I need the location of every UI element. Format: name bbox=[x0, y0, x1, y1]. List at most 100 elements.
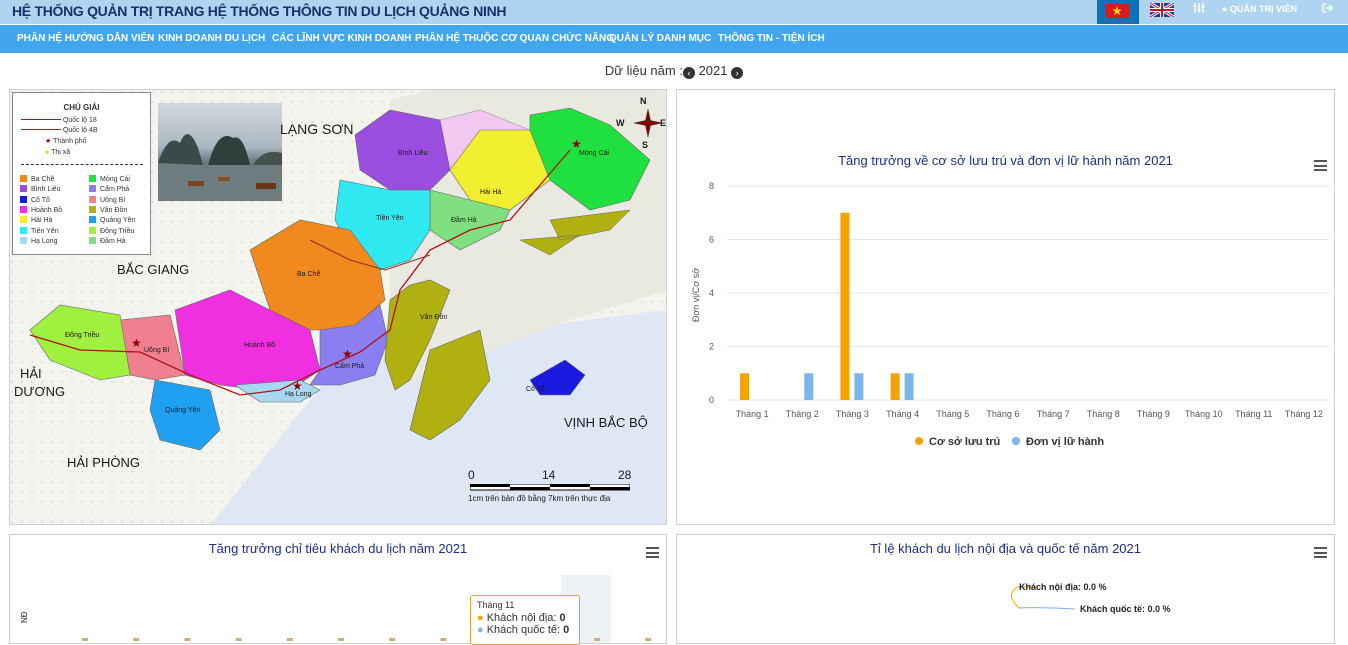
legend-title: CHÚ GIẢI bbox=[63, 103, 100, 112]
x-tick-label-6: Tháng 7 bbox=[1037, 409, 1070, 419]
y-tick-label-3: 6 bbox=[709, 235, 714, 245]
x-tick-label-2: Tháng 3 bbox=[836, 409, 869, 419]
legend-district-right-4: Quảng Yên bbox=[89, 216, 135, 224]
svg-text:★: ★ bbox=[131, 336, 142, 350]
map-legend: CHÚ GIẢI Quốc lộ 18 Quốc lộ 4B ★ Thành p… bbox=[12, 92, 151, 255]
label-lang-son: LẠNG SƠN bbox=[280, 121, 354, 137]
x-tick-label-11: Tháng 12 bbox=[1285, 409, 1323, 419]
label-dam-ha: Đầm Hà bbox=[451, 217, 477, 224]
y-tick-label-1: 2 bbox=[709, 342, 714, 352]
compass-e: E bbox=[660, 118, 667, 128]
x-tick-label-3: Tháng 4 bbox=[886, 409, 919, 419]
label-bac-giang: BẮC GIANG bbox=[117, 262, 190, 277]
legend-road-18: Quốc lộ 18 bbox=[21, 117, 97, 124]
legend-district-right-2: Uông Bí bbox=[89, 195, 125, 204]
uk-flag-icon[interactable] bbox=[1150, 3, 1174, 17]
legend-label-1: Đơn vị lữ hành bbox=[1026, 436, 1104, 448]
main-navbar: PHÂN HỆ HƯỚNG DẪN VIÊN KINH DOANH DU LỊC… bbox=[0, 25, 1348, 53]
x-tick-label-5: Tháng 6 bbox=[986, 409, 1019, 419]
nav-info-utilities[interactable]: THÔNG TIN - TIỆN ÍCH bbox=[718, 33, 825, 44]
legend-district-right-3: Vân Đồn bbox=[89, 205, 127, 214]
label-ha-long: Hạ Long bbox=[285, 391, 312, 398]
x-tick-label-10: Tháng 11 bbox=[1235, 409, 1272, 419]
x-tick-label-1: Tháng 2 bbox=[786, 409, 819, 419]
label-mong-cai: Móng Cái bbox=[579, 150, 609, 157]
scale-tick-14: 14 bbox=[542, 468, 556, 482]
label-co-to: Cô Tô bbox=[526, 386, 545, 393]
language-vn-button[interactable]: ★ bbox=[1097, 0, 1139, 24]
y-tick-label-0: 0 bbox=[709, 395, 714, 405]
legend-district-left-0: Ba Chẽ bbox=[20, 175, 54, 183]
nav-tourism-business[interactable]: KINH DOANH DU LỊCH bbox=[158, 33, 265, 44]
prev-year-icon[interactable]: ‹ bbox=[682, 67, 695, 79]
visitor-bar-11 bbox=[645, 638, 652, 641]
legend-district-right-6: Đầm Hà bbox=[89, 236, 126, 245]
tooltip-header: Tháng 11 bbox=[477, 600, 515, 610]
legend-label-0: Cơ sở lưu trú bbox=[929, 436, 1000, 448]
svg-text:★: ★ bbox=[571, 137, 582, 151]
legend-district-left-3: Hoành Bồ bbox=[20, 205, 62, 214]
visitor-bar-5 bbox=[338, 638, 344, 641]
next-year-icon[interactable]: › bbox=[731, 67, 744, 79]
bar-0-0 bbox=[740, 373, 750, 400]
legend-divider bbox=[21, 164, 143, 165]
admin-menu[interactable]: ● QUẢN TRỊ VIÊN bbox=[1222, 4, 1297, 14]
y-axis-label: Đơn vị/Cơ sở bbox=[691, 268, 701, 322]
visitor-ratio-panel: Tỉ lệ khách du lịch nội địa và quốc tế n… bbox=[676, 534, 1335, 644]
label-hoanh-bo: Hoành Bồ bbox=[244, 342, 276, 349]
region-quang-yen bbox=[149, 379, 221, 451]
legend-district-left-5: Tiên Yên bbox=[20, 226, 59, 235]
legend-town: ● Thị xã bbox=[45, 149, 71, 156]
bar-1-3 bbox=[904, 373, 914, 400]
x-tick-label-4: Tháng 5 bbox=[936, 409, 969, 419]
visitor-bar-4 bbox=[286, 638, 293, 641]
vn-flag-icon: ★ bbox=[1105, 4, 1129, 18]
x-tick-label-9: Tháng 10 bbox=[1185, 409, 1223, 419]
legend-district-right-0: Móng Cái bbox=[89, 175, 130, 183]
x-tick-label-0: Tháng 1 bbox=[736, 409, 769, 419]
svg-text:★: ★ bbox=[342, 347, 353, 361]
top-header-bar: HỆ THỐNG QUẢN TRỊ TRANG HỆ THỐNG THÔNG T… bbox=[0, 0, 1348, 24]
year-value: 2021 bbox=[698, 63, 728, 78]
compass-w: W bbox=[616, 118, 625, 128]
hamburger-menu-icon[interactable] bbox=[1314, 547, 1327, 558]
visitor-bar-2 bbox=[184, 638, 191, 641]
visitor-bar-10 bbox=[594, 638, 600, 641]
label-hai-duong-2: DƯƠNG bbox=[14, 384, 66, 399]
tooltip-row-domestic: ● Khách nội địa: 0 bbox=[477, 612, 566, 624]
x-tick-label-8: Tháng 9 bbox=[1137, 409, 1170, 419]
province-map: ★ ★ ★ ★ N S W E CHÚ GIẢI Quốc lộ 18 Quốc… bbox=[9, 89, 667, 525]
year-label: Dữ liệu năm : bbox=[604, 63, 683, 78]
year-selector: Dữ liệu năm : ‹ 2021 › bbox=[0, 63, 1348, 79]
y-tick-label-2: 4 bbox=[709, 288, 714, 298]
label-cam-pha: Cẩm Phả bbox=[335, 363, 365, 370]
pie-label-domestic: Khách nội địa: 0.0 % bbox=[1019, 582, 1107, 592]
label-hai-phong: HẢI PHÒNG bbox=[67, 455, 140, 470]
bar-1-2 bbox=[854, 373, 864, 400]
nav-authority-module[interactable]: PHÂN HỆ THUỘC CƠ QUAN CHỨC NĂNG bbox=[415, 33, 614, 44]
legend-marker-1 bbox=[1012, 437, 1020, 445]
nav-catalog-management[interactable]: QUẢN LÝ DANH MỤC bbox=[609, 33, 711, 44]
label-tien-yen: Tiên Yên bbox=[376, 215, 404, 222]
legend-district-right-1: Cẩm Phả bbox=[89, 185, 129, 193]
nav-business-fields[interactable]: CÁC LĨNH VỰC KINH DOANH bbox=[272, 33, 411, 44]
visitor-bar-3 bbox=[235, 638, 242, 641]
visitor-bar-6 bbox=[389, 638, 396, 641]
label-quang-yen: Quảng Yên bbox=[165, 407, 201, 414]
user-icon: ● bbox=[1222, 4, 1228, 14]
logout-icon[interactable] bbox=[1321, 2, 1333, 17]
bar-0-2 bbox=[840, 212, 850, 400]
compass-s: S bbox=[642, 140, 649, 150]
accommodation-bar-chart: 0 2 4 6 8 Đơn vị/Cơ sở Tháng 1 Tháng 2 Tháng 3 Th… bbox=[691, 181, 1329, 448]
label-ba-che: Ba Chẽ bbox=[297, 271, 321, 278]
nav-guide-module[interactable]: PHÂN HỆ HƯỚNG DẪN VIÊN bbox=[17, 33, 154, 44]
label-hai-duong-1: HẢI bbox=[20, 366, 42, 381]
scale-tick-0: 0 bbox=[468, 468, 475, 482]
label-uong-bi: Uông Bí bbox=[144, 347, 170, 354]
settings-sliders-icon[interactable] bbox=[1193, 2, 1205, 17]
visitor-bar-0 bbox=[82, 638, 88, 641]
x-tick-label-7: Tháng 8 bbox=[1087, 409, 1120, 419]
legend-district-left-1: Bình Liêu bbox=[20, 185, 61, 193]
label-hai-ha: Hải Hà bbox=[480, 189, 502, 196]
pie-label-international: Khách quốc tế: 0.0 % bbox=[1080, 604, 1171, 614]
